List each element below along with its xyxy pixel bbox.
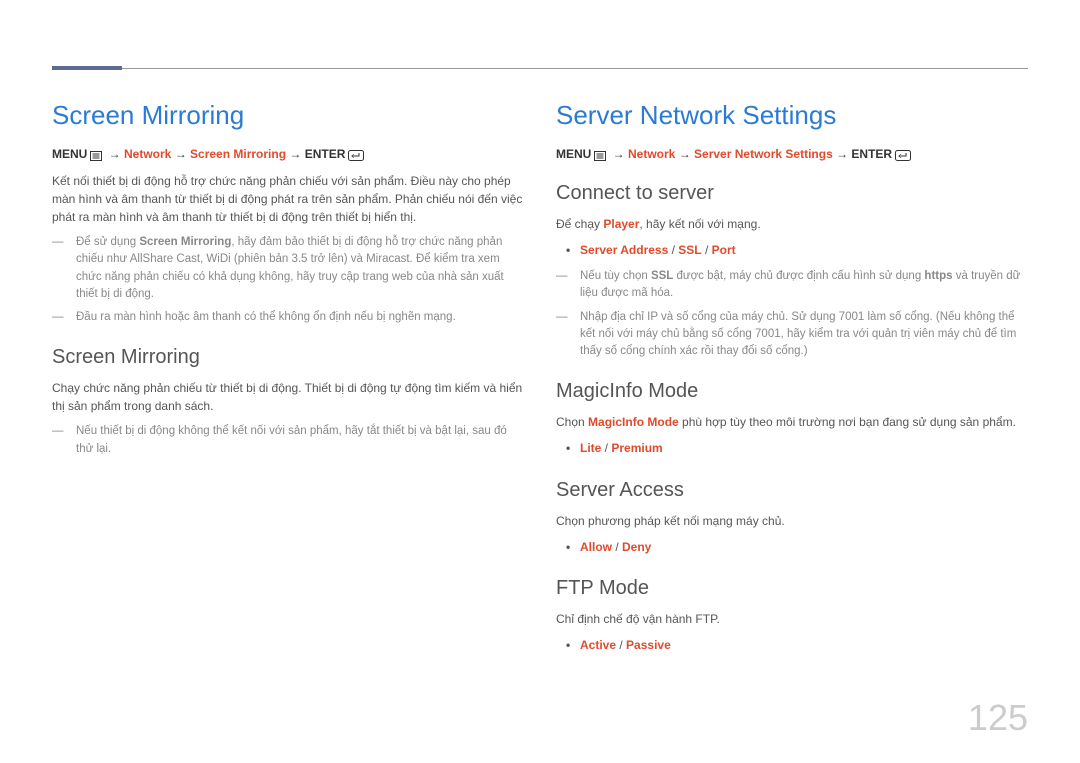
connect-bullet-item: Server Address / SSL / Port [556,241,1028,260]
note-item: Nếu tùy chọn SSL được bật, máy chủ được … [556,268,1028,303]
right-column: Server Network Settings MENU → Network →… [556,100,1028,663]
access-bullet-item: Allow / Deny [556,538,1028,557]
header-rule-accent [52,66,122,70]
connect-heading: Connect to server [556,182,1028,205]
ftp-bullet: Active / Passive [556,636,1028,655]
magic-bullet-item: Lite / Premium [556,439,1028,458]
left-section-heading: Screen Mirroring [52,346,524,369]
connect-bullet: Server Address / SSL / Port [556,241,1028,260]
left-intro: Kết nối thiết bị di động hỗ trợ chức năn… [52,172,524,226]
left-section-notes: Nếu thiết bị di động không thể kết nối v… [52,423,524,458]
left-section-text: Chạy chức năng phản chiếu từ thiết bị di… [52,379,524,415]
connect-text: Để chạy Player, hãy kết nối với mạng. [556,215,1028,233]
access-bullet: Allow / Deny [556,538,1028,557]
connect-notes: Nếu tùy chọn SSL được bật, máy chủ được … [556,268,1028,360]
left-title: Screen Mirroring [52,100,524,131]
note-item: Để sử dụng Screen Mirroring, hãy đảm bảo… [52,234,524,303]
page-number: 125 [968,697,1028,739]
magic-heading: MagicInfo Mode [556,380,1028,403]
note-item: Nhập địa chỉ IP và số cổng của máy chủ. … [556,309,1028,361]
left-breadcrumb: MENU → Network → Screen Mirroring → ENTE… [52,147,524,162]
left-notes: Để sử dụng Screen Mirroring, hãy đảm bảo… [52,234,524,326]
ftp-heading: FTP Mode [556,577,1028,600]
right-breadcrumb: MENU → Network → Server Network Settings… [556,147,1028,162]
enter-icon [895,148,911,162]
menu-icon [90,148,102,162]
ftp-bullet-item: Active / Passive [556,636,1028,655]
enter-icon [348,148,364,162]
content-columns: Screen Mirroring MENU → Network → Screen… [52,100,1028,663]
menu-icon [594,148,606,162]
note-item: Đầu ra màn hình hoặc âm thanh có thể khô… [52,309,524,326]
magic-text: Chọn MagicInfo Mode phù hợp tùy theo môi… [556,413,1028,431]
access-text: Chọn phương pháp kết nối mạng máy chủ. [556,512,1028,530]
left-column: Screen Mirroring MENU → Network → Screen… [52,100,524,663]
note-item: Nếu thiết bị di động không thể kết nối v… [52,423,524,458]
magic-bullet: Lite / Premium [556,439,1028,458]
right-title: Server Network Settings [556,100,1028,131]
access-heading: Server Access [556,479,1028,502]
header-rule [52,68,1028,69]
ftp-text: Chỉ định chế độ vận hành FTP. [556,610,1028,628]
